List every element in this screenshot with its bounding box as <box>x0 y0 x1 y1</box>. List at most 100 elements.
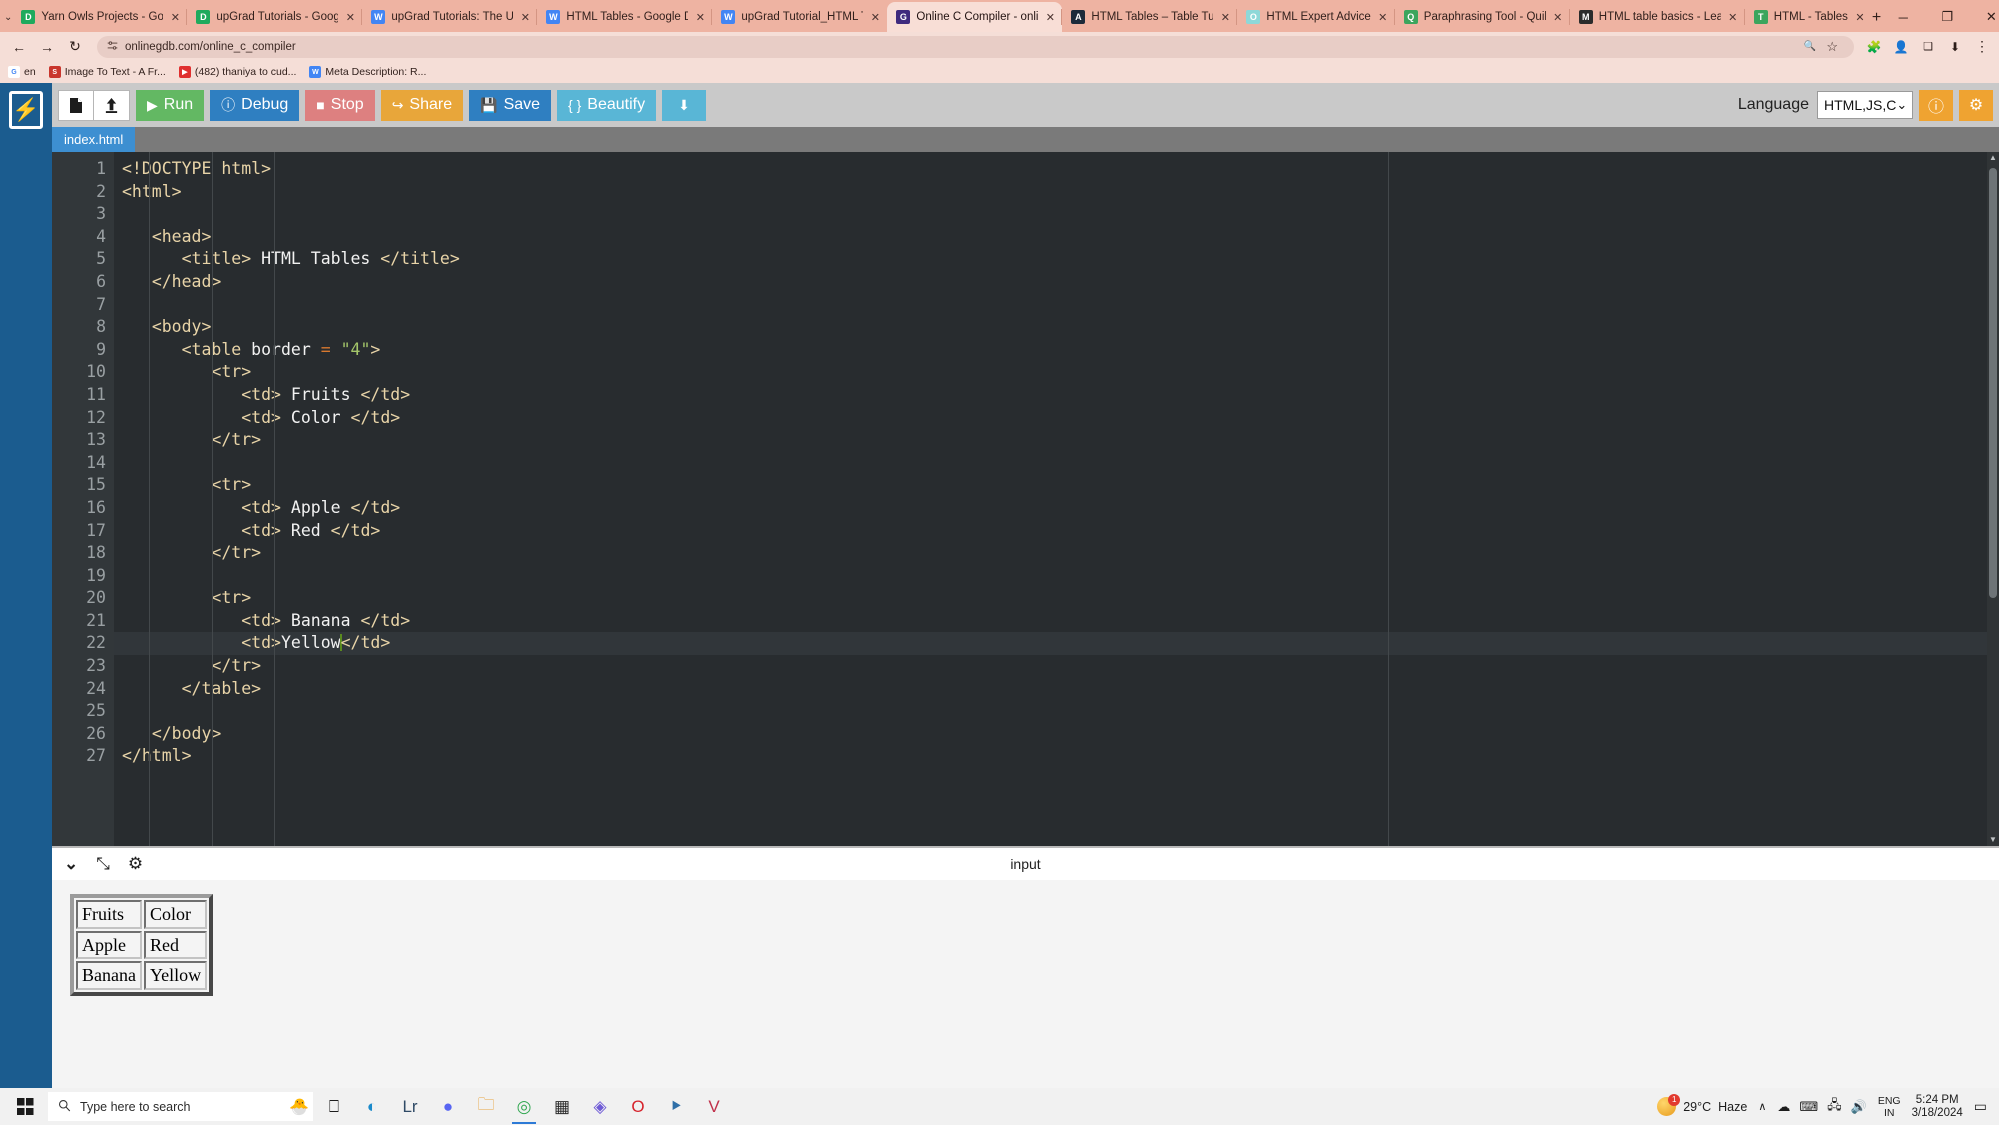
tab-close-icon[interactable]: ✕ <box>344 11 356 24</box>
epic-games-icon[interactable]: ▦ <box>543 1089 581 1124</box>
browser-tab[interactable]: T HTML - Tables ✕ <box>1743 2 1872 32</box>
opera-icon[interactable]: O <box>619 1089 657 1124</box>
bookmark-item[interactable]: Gen <box>8 66 36 78</box>
save-button[interactable]: 💾 Save <box>469 89 552 121</box>
microsoft-edge-icon[interactable]: ◐ <box>353 1089 391 1124</box>
debug-icon: ⓘ <box>221 97 236 113</box>
network-icon[interactable]: ☁ <box>1777 1099 1790 1115</box>
address-bar[interactable]: onlinegdb.com/online_c_compiler 🔍 ☆ <box>97 35 1854 58</box>
tab-close-icon[interactable]: ✕ <box>1552 11 1564 24</box>
search-input[interactable]: Type here to search 🐣 <box>48 1092 313 1121</box>
volume-icon[interactable]: 🔊 <box>1851 1099 1867 1115</box>
code-line: <td> Color </td> <box>241 407 401 427</box>
minimize-button[interactable]: ─ <box>1881 2 1925 32</box>
notifications-icon[interactable]: ▭ <box>1974 1098 1987 1115</box>
forward-icon[interactable]: → <box>34 35 60 59</box>
clock[interactable]: 5:24 PM 3/18/2024 <box>1912 1094 1963 1120</box>
site-settings-icon[interactable] <box>107 40 118 54</box>
weather-widget[interactable]: 1 29°C Haze <box>1657 1094 1747 1116</box>
tab-search-icon[interactable]: ⌄ <box>4 2 12 32</box>
search-doodle-icon: 🐣 <box>289 1098 309 1116</box>
tab-favicon-icon: A <box>1071 10 1086 24</box>
code-line: <td> Banana </td> <box>241 610 411 630</box>
tab-close-icon[interactable]: ✕ <box>1219 11 1231 24</box>
run-button[interactable]: ▶ Run <box>136 89 205 121</box>
bookmark-item[interactable]: W Meta Description: R... <box>309 66 426 78</box>
info-button[interactable]: ⓘ <box>1919 89 1953 121</box>
tab-close-icon[interactable]: ✕ <box>1854 11 1866 24</box>
bookmark-item[interactable]: ▶ (482) thaniya to cud... <box>178 66 296 78</box>
output-panel-toolbar: ⌄ ⤡ ⚙ input <box>52 846 1999 881</box>
bookmark-label: Meta Description: R... <box>325 66 427 78</box>
display-icon[interactable]: 🖧 <box>1827 1096 1842 1118</box>
share-icon: ↪ <box>391 97 404 113</box>
scroll-down-icon[interactable]: ▼ <box>1987 834 1999 846</box>
onlinegdb-logo-icon[interactable]: ⚡ <box>9 91 43 129</box>
tab-close-icon[interactable]: ✕ <box>169 11 181 24</box>
browser-tab[interactable]: DupGrad Tutorials - Google ✕ <box>186 2 362 32</box>
browser-tab-title: HTML Expert Advice <box>1266 11 1371 23</box>
browser-menu-icon[interactable]: ⋮ <box>1971 35 1993 59</box>
visual-studio-code-icon[interactable]: ⯈ <box>657 1089 695 1124</box>
vegas-pro-icon[interactable]: V <box>695 1089 733 1124</box>
stop-button[interactable]: ■ Stop <box>305 89 375 121</box>
zoom-icon[interactable]: 🔍 <box>1804 41 1816 52</box>
share-button[interactable]: ↪ Share <box>380 89 464 121</box>
editor-scroll-thumb[interactable] <box>1989 168 1997 598</box>
downloads-icon[interactable]: ⬇ <box>1944 35 1966 59</box>
extensions-icon[interactable]: 🧩 <box>1863 35 1885 59</box>
browser-tab[interactable]: D Yarn Owls Projects - Goog ✕ <box>12 2 187 32</box>
adobe-lightroom-icon[interactable]: Lr <box>391 1089 429 1124</box>
language-indicator[interactable]: ENG IN <box>1878 1095 1901 1119</box>
language-label: Language <box>1737 96 1809 113</box>
browser-tab[interactable]: A HTML Tables – Table Tuto ✕ <box>1061 2 1237 32</box>
browser-tab[interactable]: M HTML table basics - Learn ✕ <box>1568 2 1745 32</box>
file-explorer-icon[interactable]: 🗀 <box>467 1089 505 1124</box>
ide-settings-button[interactable]: ⚙ <box>1959 89 1993 121</box>
browser-tab[interactable]: W HTML Tables - Google Do ✕ <box>536 2 712 32</box>
download-button[interactable]: ⬇ <box>662 89 706 121</box>
code-line: <td> Fruits </td> <box>241 384 411 404</box>
close-window-button[interactable]: ✕ <box>1969 2 1999 32</box>
pen-input-icon[interactable]: ⌨ <box>1799 1099 1818 1115</box>
tray-overflow-icon[interactable]: ∧ <box>1758 1100 1766 1113</box>
new-file-icon[interactable] <box>58 89 94 121</box>
debug-button[interactable]: ⓘ Debug <box>210 89 300 121</box>
tab-close-icon[interactable]: ✕ <box>1727 11 1739 24</box>
button-label: Beautify <box>587 96 646 113</box>
window-controls: ─ ❐ ✕ <box>1881 2 1999 32</box>
reload-icon[interactable]: ↻ <box>62 35 88 59</box>
task-view-icon[interactable]: ⎕ <box>315 1089 353 1124</box>
browser-tab[interactable]: WupGrad Tutorial_HTML Tal ✕ <box>711 2 887 32</box>
profile-avatar-icon[interactable]: 👤 <box>1890 35 1912 59</box>
language-select[interactable]: HTML,JS,C ⌄ <box>1817 91 1913 119</box>
new-tab-button[interactable]: + <box>1872 4 1881 32</box>
google-chrome-icon[interactable]: ◎ <box>505 1089 543 1124</box>
tab-close-icon[interactable]: ✕ <box>519 11 531 24</box>
upload-icon[interactable] <box>94 89 130 121</box>
browser-tab[interactable]: G Online C Compiler - onlin ✕ <box>887 2 1063 32</box>
browser-tab[interactable]: WupGrad Tutorials: The Ulti ✕ <box>361 2 537 32</box>
microsoft-copilot-icon[interactable]: ◈ <box>581 1089 619 1124</box>
tab-close-icon[interactable]: ✕ <box>1377 11 1389 24</box>
file-tab-bar: index.html <box>52 127 1999 152</box>
file-tab-index-html[interactable]: index.html <box>52 127 136 152</box>
beautify-button[interactable]: { } Beautify <box>557 89 657 121</box>
bookmark-item[interactable]: S Image To Text - A Fr... <box>48 66 166 78</box>
bookmark-star-icon[interactable]: ☆ <box>1826 39 1838 55</box>
maximize-button[interactable]: ❐ <box>1925 2 1969 32</box>
scroll-up-icon[interactable]: ▲ <box>1987 152 1999 164</box>
browser-tab[interactable]: Q Paraphrasing Tool - QuillB ✕ <box>1393 2 1570 32</box>
split-screen-icon[interactable]: ❑ <box>1917 35 1939 59</box>
discord-icon[interactable]: ● <box>429 1089 467 1124</box>
bookmarks-bar: Gen S Image To Text - A Fr... ▶ (482) thaniy… <box>0 61 1999 83</box>
start-button[interactable] <box>4 1089 46 1124</box>
tab-close-icon[interactable]: ✕ <box>694 11 706 24</box>
editor-scrollbar[interactable]: ▲ ▼ <box>1987 152 1999 847</box>
tab-close-icon[interactable]: ✕ <box>1044 11 1056 24</box>
back-icon[interactable]: ← <box>6 35 32 59</box>
browser-tab[interactable]: O HTML Expert Advice ✕ <box>1236 2 1394 32</box>
code-content[interactable]: <!DOCTYPE html> <html> <head> <title> HTM… <box>114 152 1987 847</box>
tab-close-icon[interactable]: ✕ <box>869 11 881 24</box>
